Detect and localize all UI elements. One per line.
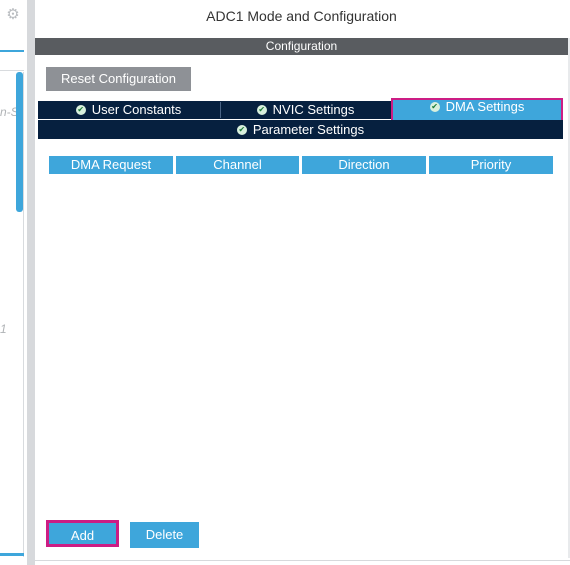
add-button[interactable]: Add: [46, 520, 119, 547]
settings-tab-bar: ✔ User Constants ✔ NVIC Settings ✔ DMA Sett…: [38, 98, 563, 122]
column-header-priority[interactable]: Priority: [429, 156, 553, 174]
reset-configuration-button[interactable]: Reset Configuration: [46, 67, 191, 91]
left-pane-bottom-bar: [0, 553, 24, 556]
dma-table-header: DMA Request Channel Direction Priority: [49, 156, 554, 174]
adc-config-panel: ADC1 Mode and Configuration Configuratio…: [35, 0, 570, 565]
tab-dma-settings[interactable]: ✔ DMA Settings: [391, 98, 563, 122]
column-header-channel[interactable]: Channel: [176, 156, 299, 174]
tab-label: NVIC Settings: [272, 102, 355, 117]
configuration-section-header: Configuration: [35, 38, 568, 55]
left-pane-border: [23, 72, 24, 557]
panel-title-bar: ADC1 Mode and Configuration: [35, 0, 570, 32]
column-header-direction[interactable]: Direction: [302, 156, 426, 174]
left-pane: ⚙ n-S 1: [0, 0, 27, 565]
tab-label: User Constants: [91, 102, 182, 117]
panel-splitter[interactable]: [27, 0, 35, 565]
check-circle-icon: ✔: [256, 104, 267, 115]
gear-icon[interactable]: ⚙: [4, 6, 22, 24]
tab-label: DMA Settings: [445, 99, 525, 114]
left-pane-accent-line: [0, 50, 24, 52]
tab-user-constants[interactable]: ✔ User Constants: [38, 101, 219, 119]
column-header-dma-request[interactable]: DMA Request: [49, 156, 173, 174]
tab-label: Parameter Settings: [252, 122, 365, 137]
tab-nvic-settings[interactable]: ✔ NVIC Settings: [221, 101, 390, 119]
delete-button[interactable]: Delete: [130, 522, 199, 548]
check-circle-icon: ✔: [75, 104, 86, 115]
left-pane-divider: [0, 70, 24, 71]
check-circle-icon: ✔: [236, 124, 247, 135]
panel-title: ADC1 Mode and Configuration: [206, 8, 397, 24]
check-circle-icon: ✔: [429, 101, 440, 112]
left-pane-text-fragment: 1: [0, 322, 7, 336]
panel-bottom-border: [35, 560, 570, 561]
settings-tab-bar-row2: ✔ Parameter Settings: [38, 120, 563, 139]
tab-parameter-settings[interactable]: ✔ Parameter Settings: [38, 120, 563, 139]
left-pane-scrollbar[interactable]: [16, 72, 23, 212]
